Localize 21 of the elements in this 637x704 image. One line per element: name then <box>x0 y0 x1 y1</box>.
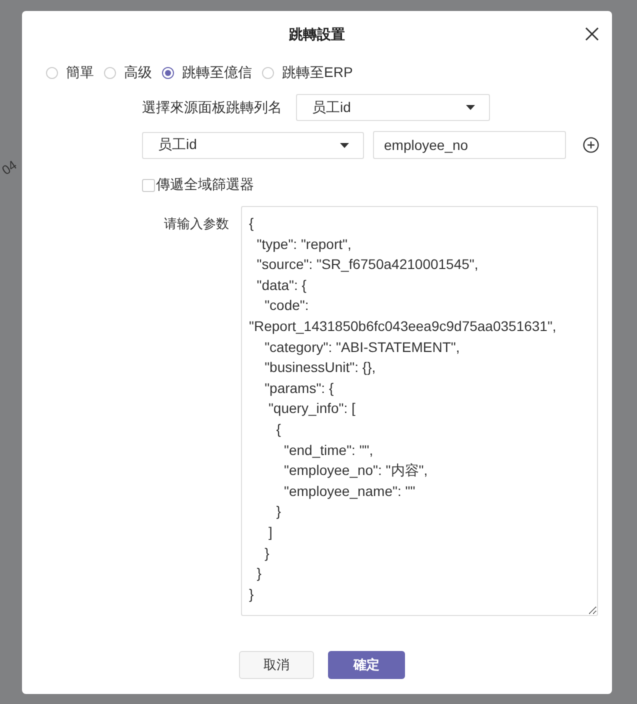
cancel-button[interactable]: 取消 <box>239 651 314 679</box>
dialog-title: 跳轉設置 <box>289 26 345 44</box>
close-icon[interactable] <box>585 27 599 41</box>
radio-label: 跳轉至ERP <box>282 64 353 82</box>
field-label: 選擇來源面板跳轉列名 <box>142 98 282 116</box>
params-textarea[interactable]: { "type": "report", "source": "SR_f6750a4210001545", "data": { "code": "Report_1431850b6fc043eea9c9d75aa0351631", "category": "ABI-STATEMENT", "businessUnit": {}, "params": { "query_info": [ { "end_time": "", "employee_no": "内容", "employee_name": "" } ] } } } <box>241 206 598 616</box>
add-icon[interactable] <box>583 137 599 153</box>
radio-button[interactable] <box>162 67 174 79</box>
radio-label: 簡單 <box>66 64 94 82</box>
checkbox-label: 傳遞全域篩選器 <box>156 176 254 194</box>
field-dropdown[interactable]: 员工id <box>142 132 364 158</box>
background-text: 04 <box>0 157 20 178</box>
radio-label: 跳轉至億信 <box>182 64 252 82</box>
checkbox[interactable] <box>142 178 155 192</box>
caret-icon <box>340 142 349 148</box>
column-dropdown[interactable]: 员工id <box>296 94 490 121</box>
field-label: 请输入参数 <box>163 215 229 233</box>
caret-icon <box>466 105 475 110</box>
param-input[interactable]: employee_no <box>373 131 566 159</box>
confirm-button[interactable]: 確定 <box>328 651 405 679</box>
radio-label: 高级 <box>124 64 152 82</box>
